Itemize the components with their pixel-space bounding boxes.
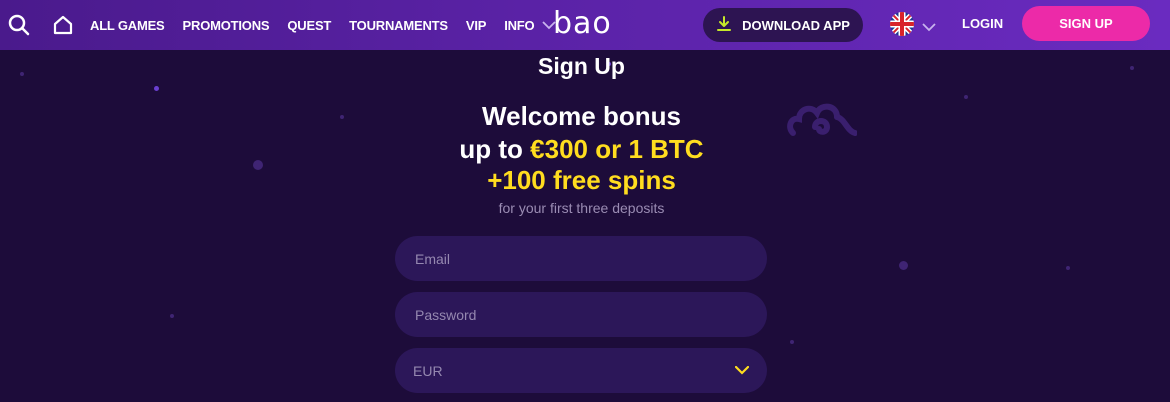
currency-select[interactable]: EUR (395, 348, 767, 393)
top-nav-bar: ALL GAMES PROMOTIONS QUEST TOURNAMENTS V… (0, 0, 1170, 50)
email-field-wrapper (395, 236, 767, 281)
nav-quest[interactable]: QUEST (287, 18, 331, 33)
bg-dot (154, 86, 159, 91)
nav-info[interactable]: INFO (504, 17, 557, 33)
download-app-button[interactable]: DOWNLOAD APP (703, 8, 863, 42)
currency-value: EUR (413, 362, 443, 379)
main-nav: ALL GAMES PROMOTIONS QUEST TOURNAMENTS V… (90, 0, 574, 50)
login-button[interactable]: LOGIN (962, 16, 1003, 31)
home-icon[interactable] (51, 13, 75, 37)
bg-dot (790, 340, 794, 344)
nav-all-games[interactable]: ALL GAMES (90, 18, 165, 33)
bonus-line-1: Welcome bonus (482, 101, 681, 131)
bonus-line-3: +100 free spins (487, 165, 676, 195)
password-field[interactable] (413, 305, 749, 324)
search-icon[interactable] (7, 13, 31, 37)
bonus-amount: €300 or 1 BTC (530, 134, 704, 164)
bao-logo[interactable]: bao (553, 7, 612, 41)
email-field[interactable] (413, 249, 749, 268)
bonus-subtext: for your first three deposits (498, 200, 665, 216)
chevron-down-icon (734, 362, 750, 380)
bg-dot (170, 314, 174, 318)
bg-dot (964, 95, 968, 99)
nav-info-label: INFO (504, 17, 535, 33)
download-icon (716, 15, 732, 35)
bonus-line-2-prefix: up to (459, 134, 531, 164)
bg-dot (899, 261, 908, 270)
download-app-label: DOWNLOAD APP (742, 17, 850, 33)
password-field-wrapper (395, 292, 767, 337)
nav-tournaments[interactable]: TOURNAMENTS (349, 18, 448, 33)
page-title: Sign Up (538, 53, 625, 79)
signup-button[interactable]: SIGN UP (1022, 6, 1150, 41)
bg-dot (1066, 266, 1070, 270)
nav-promotions[interactable]: PROMOTIONS (183, 18, 270, 33)
nav-vip[interactable]: VIP (466, 18, 487, 33)
uk-flag-icon[interactable] (890, 12, 914, 36)
bonus-line-2: up to €300 or 1 BTC (0, 133, 1163, 165)
language-chevron-down-icon[interactable] (922, 19, 936, 37)
